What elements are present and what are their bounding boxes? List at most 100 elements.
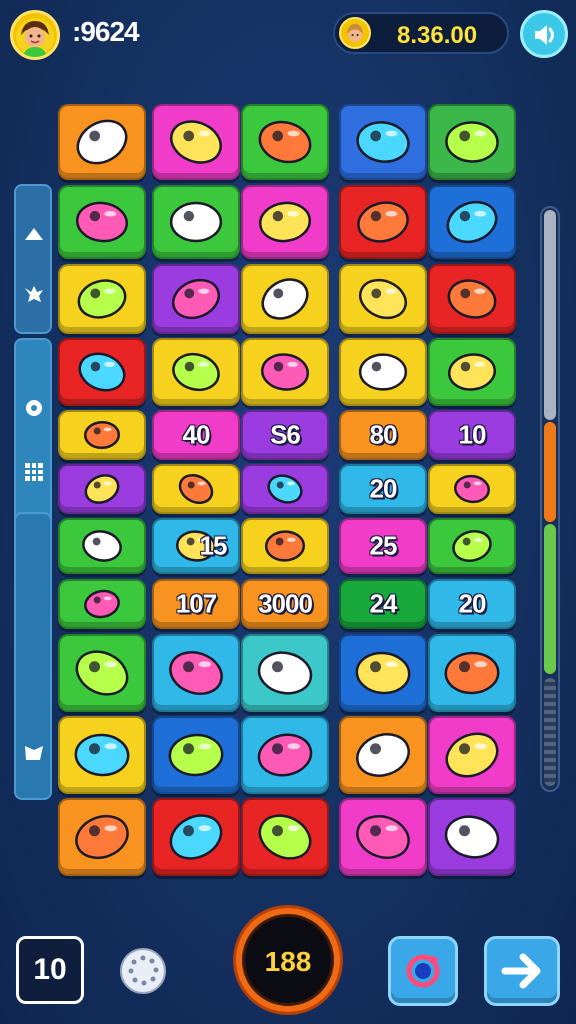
item-tile[interactable] (152, 716, 240, 794)
up-arrow-icon[interactable] (22, 222, 46, 246)
number-tile[interactable]: 10 (428, 410, 516, 460)
tile-number: 15 (199, 530, 228, 561)
item-tile[interactable] (58, 410, 146, 460)
item-tile[interactable] (152, 798, 240, 876)
progress-scrollbar[interactable] (540, 206, 560, 792)
next-arrow-button[interactable] (484, 936, 560, 1006)
rocket-icon (356, 121, 410, 163)
chick-icon (444, 815, 500, 859)
level-indicator[interactable]: 10 (16, 936, 84, 1004)
pineapple-icon (258, 120, 312, 164)
car-icon (447, 279, 497, 319)
item-tile[interactable] (339, 798, 427, 876)
avatar-face-icon (16, 18, 54, 57)
item-tile[interactable] (339, 338, 427, 406)
item-tile[interactable] (428, 185, 516, 259)
item-tile[interactable] (241, 185, 329, 259)
item-tile[interactable] (58, 579, 146, 629)
number-tile[interactable]: 20 (428, 579, 516, 629)
center-counter-value: 188 (264, 946, 312, 977)
item-tile[interactable] (58, 464, 146, 514)
number-tile[interactable]: 40 (152, 410, 240, 460)
item-tile[interactable] (428, 264, 516, 334)
tile-number: 80 (369, 419, 398, 450)
herb-icon (82, 530, 122, 562)
toolbox-icon (357, 201, 409, 243)
bottom-bar: 10 188 (0, 908, 576, 1024)
item-tile[interactable] (339, 185, 427, 259)
item-tile[interactable] (339, 104, 427, 180)
number-tile[interactable]: 107 (152, 579, 240, 629)
item-tile[interactable] (428, 104, 516, 180)
horn-icon (169, 651, 223, 695)
cup-icon (168, 733, 224, 777)
scroll-seg-ridges (544, 678, 556, 786)
item-tile[interactable] (152, 464, 240, 514)
tile-number: 25 (369, 530, 398, 561)
item-tile[interactable] (241, 716, 329, 794)
item-tile[interactable] (58, 185, 146, 259)
grid-icon[interactable] (22, 460, 46, 484)
pot-icon (78, 352, 126, 392)
item-tile[interactable] (339, 264, 427, 334)
number-tile[interactable]: 80 (339, 410, 427, 460)
tile-number: 10 (458, 419, 487, 450)
item-tile[interactable] (152, 264, 240, 334)
number-tile[interactable]: 25 (339, 518, 427, 574)
item-tile[interactable] (152, 185, 240, 259)
fish-icon (178, 473, 214, 505)
item-tile[interactable] (58, 634, 146, 712)
item-tile[interactable] (152, 338, 240, 406)
item-tile[interactable] (428, 338, 516, 406)
item-tile[interactable] (428, 464, 516, 514)
item-tile[interactable] (241, 264, 329, 334)
number-tile[interactable]: 3000 (241, 579, 329, 629)
item-tile[interactable] (58, 104, 146, 180)
number-tile[interactable]: S6 (241, 410, 329, 460)
item-tile[interactable] (428, 518, 516, 574)
number-tile[interactable]: 24 (339, 579, 427, 629)
sun-stars-icon (83, 420, 121, 450)
right-arrow-icon (501, 953, 541, 989)
item-tile[interactable] (58, 716, 146, 794)
number-tile[interactable]: 20 (339, 464, 427, 514)
tile-number: 40 (182, 419, 211, 450)
backpack-icon (260, 353, 310, 391)
item-tile[interactable] (58, 798, 146, 876)
tile-number: 20 (458, 588, 487, 619)
item-tile[interactable] (428, 716, 516, 794)
item-tile[interactable] (428, 798, 516, 876)
speaker-icon (535, 25, 554, 45)
item-tile[interactable] (339, 716, 427, 794)
item-tile[interactable] (58, 338, 146, 406)
item-tile[interactable] (152, 634, 240, 712)
radio-icon (77, 279, 127, 319)
item-tile[interactable]: 15 (152, 518, 240, 574)
item-tile[interactable] (241, 634, 329, 712)
dial-icon[interactable] (120, 948, 166, 994)
item-tile[interactable] (58, 264, 146, 334)
coin-counter: 8.36.00 (333, 12, 509, 54)
center-counter-button[interactable]: 188 (236, 908, 340, 1012)
item-tile[interactable] (339, 634, 427, 712)
bird-icon[interactable] (22, 282, 46, 306)
item-tile[interactable] (152, 104, 240, 180)
item-tile[interactable] (241, 104, 329, 180)
item-tile[interactable] (241, 338, 329, 406)
item-tile[interactable] (58, 518, 146, 574)
item-tile[interactable] (241, 464, 329, 514)
item-tile[interactable] (241, 518, 329, 574)
item-tile[interactable] (428, 634, 516, 712)
face-icon (169, 814, 223, 860)
sunflower-icon (356, 815, 410, 859)
mini-avatar-icon (339, 17, 371, 49)
torch-icon (445, 121, 499, 163)
sound-toggle-button[interactable] (520, 10, 568, 58)
bird-icon (445, 732, 499, 778)
arrow-icon[interactable] (22, 740, 46, 764)
player-avatar[interactable] (10, 10, 60, 60)
side-panel-bottom (14, 512, 52, 800)
refresh-button[interactable] (388, 936, 458, 1006)
item-tile[interactable] (241, 798, 329, 876)
circle-icon[interactable] (22, 396, 46, 420)
